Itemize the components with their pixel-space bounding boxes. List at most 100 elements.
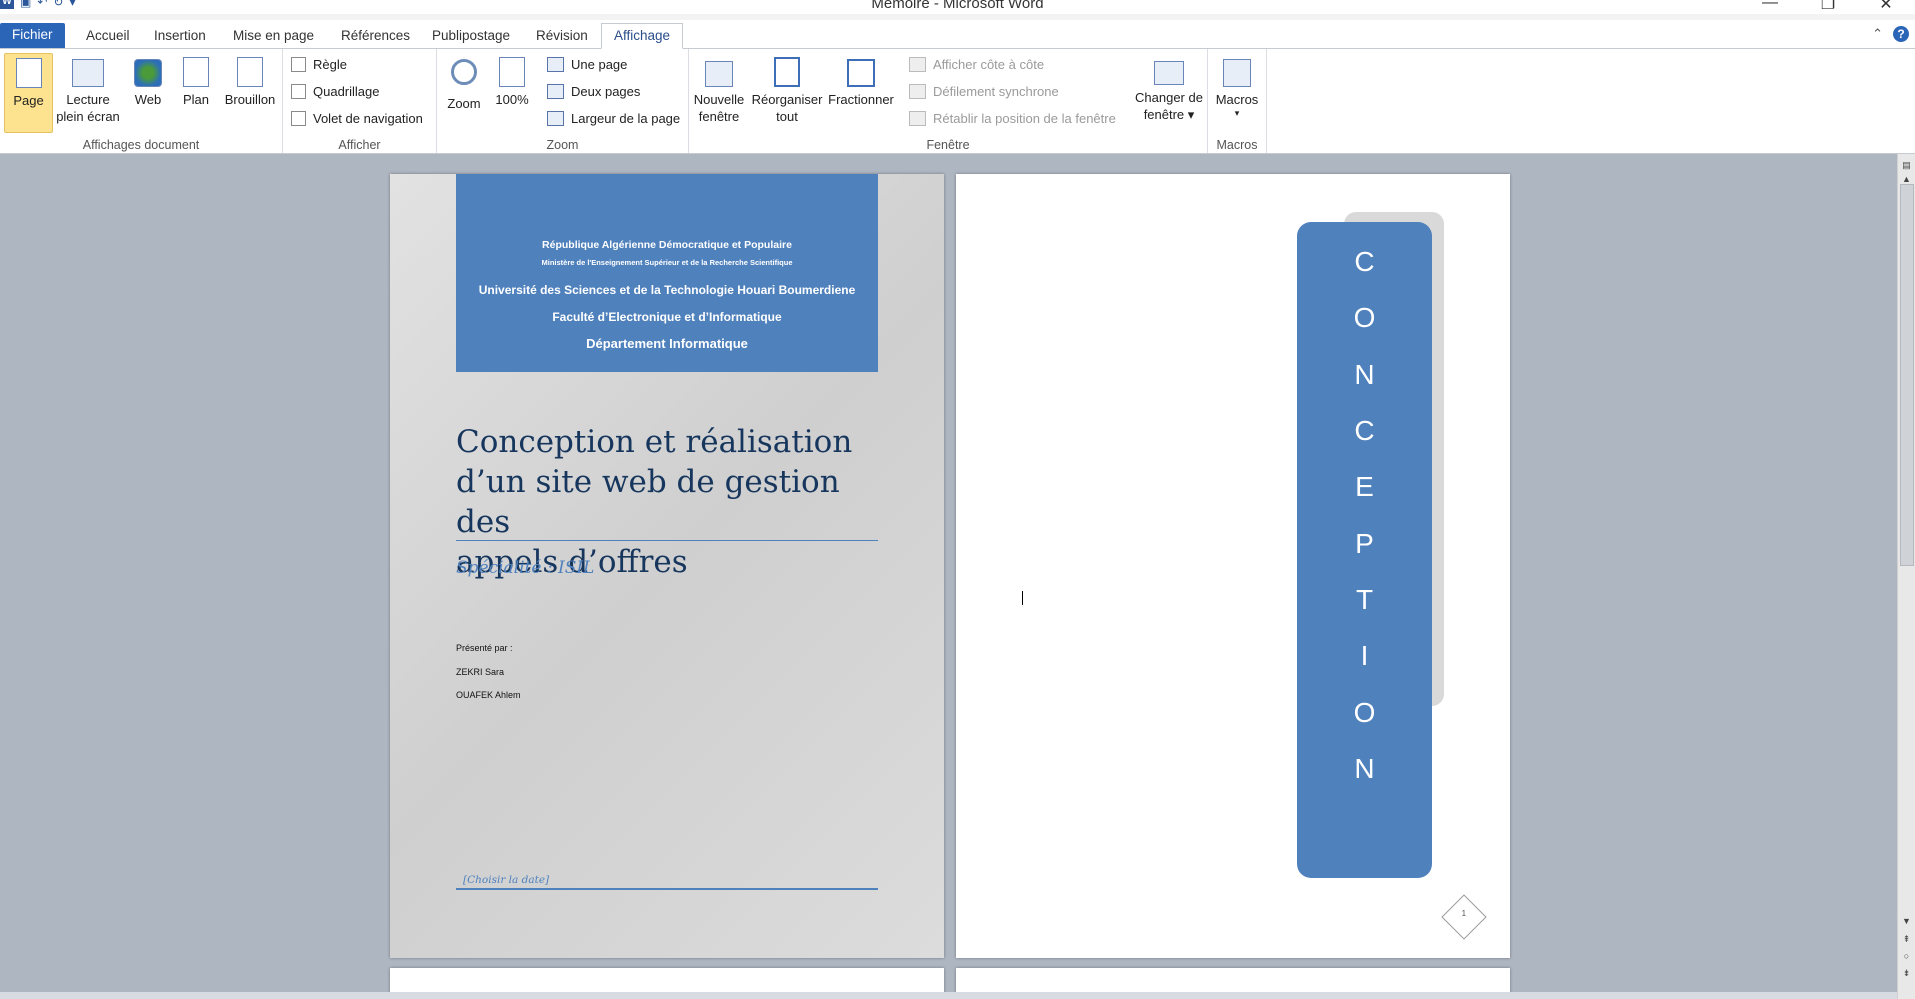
afficher-cote-a-cote-button[interactable]: Afficher côte à côte bbox=[909, 54, 1044, 74]
second-page[interactable]: C O N C E P T I O N 1 bbox=[956, 174, 1510, 958]
reorganiser-tout-button[interactable]: Réorganiser tout bbox=[749, 53, 825, 125]
page-number: 1 bbox=[1461, 908, 1467, 918]
reading-view-button[interactable]: Lecture plein écran bbox=[56, 53, 120, 125]
faculty-line: Faculté d’Electronique et d’Informatique bbox=[552, 310, 782, 324]
group-label-afficher: Afficher bbox=[338, 138, 381, 152]
ribbon: Page Lecture plein écran Web Plan Brouil… bbox=[0, 49, 1915, 154]
author-2: OUAFEK Ahlem bbox=[456, 690, 521, 700]
tab-mise-en-page[interactable]: Mise en page bbox=[221, 24, 326, 48]
tab-publipostage[interactable]: Publipostage bbox=[420, 24, 522, 48]
regle-checkbox-box[interactable] bbox=[291, 56, 306, 72]
minimize-ribbon-icon[interactable]: ⌃ bbox=[1872, 26, 1883, 42]
ministry-line: Ministère de l'Enseignement Supérieur et… bbox=[541, 258, 793, 267]
web-globe-icon bbox=[134, 59, 162, 87]
tab-insertion[interactable]: Insertion bbox=[142, 24, 218, 48]
retablir-position-button[interactable]: Rétablir la position de la fenêtre bbox=[909, 108, 1116, 128]
help-icon[interactable]: ? bbox=[1893, 26, 1909, 42]
tab-fichier[interactable]: Fichier bbox=[0, 23, 65, 48]
draft-view-button[interactable]: Brouillon bbox=[222, 53, 278, 108]
vertical-scrollbar[interactable]: ▤ ▲ ▼ ⇞ ○ ⇟ bbox=[1897, 154, 1915, 999]
draft-view-icon bbox=[237, 57, 263, 87]
web-view-button[interactable]: Web bbox=[128, 53, 168, 108]
largeur-page-button[interactable]: Largeur de la page bbox=[547, 108, 680, 128]
tab-revision[interactable]: Révision bbox=[524, 24, 600, 48]
group-label-zoom: Zoom bbox=[546, 138, 579, 152]
arrange-all-icon bbox=[774, 57, 800, 87]
vertical-letter: I bbox=[1360, 640, 1369, 671]
vertical-letter: C bbox=[1354, 246, 1375, 277]
date-field[interactable]: [Choisir la date] bbox=[463, 874, 549, 886]
presented-by-label: Présenté par : bbox=[456, 643, 513, 653]
quadrillage-checkbox-box[interactable] bbox=[291, 83, 306, 99]
plan-view-button[interactable]: Plan bbox=[176, 53, 216, 108]
two-pages-icon bbox=[547, 83, 564, 99]
quadrillage-checkbox[interactable]: Quadrillage bbox=[291, 81, 380, 101]
group-afficher: Règle Quadrillage Volet de navigation Af… bbox=[283, 49, 437, 153]
outline-view-icon bbox=[183, 57, 209, 87]
previous-page-icon[interactable]: ⇞ bbox=[1898, 934, 1915, 945]
scroll-down-icon[interactable]: ▼ bbox=[1898, 916, 1915, 926]
fractionner-button[interactable]: Fractionner bbox=[826, 53, 896, 108]
group-label-fenetre: Fenêtre bbox=[926, 138, 970, 152]
close-button[interactable]: ✕ bbox=[1857, 0, 1915, 14]
scroll-up-icon[interactable]: ▲ bbox=[1898, 174, 1915, 184]
ribbon-tabs: Fichier Accueil Insertion Mise en page R… bbox=[0, 20, 1915, 49]
group-fenetre: Nouvelle fenêtre Réorganiser tout Fracti… bbox=[689, 49, 1208, 153]
page-view-icon bbox=[15, 58, 42, 88]
volet-navigation-checkbox-box[interactable] bbox=[291, 110, 306, 126]
department-line: Département Informatique bbox=[586, 336, 748, 351]
reset-window-icon bbox=[909, 110, 926, 126]
page-number-badge: 1 bbox=[1441, 894, 1487, 940]
date-divider bbox=[456, 888, 878, 890]
zoom-button[interactable]: Zoom bbox=[443, 53, 485, 112]
tab-accueil[interactable]: Accueil bbox=[74, 24, 142, 48]
tab-references[interactable]: Références bbox=[329, 24, 422, 48]
deux-pages-button[interactable]: Deux pages bbox=[547, 81, 640, 101]
cover-page[interactable]: République Algérienne Démocratique et Po… bbox=[390, 174, 944, 958]
ruler-toggle-icon[interactable]: ▤ bbox=[1898, 160, 1915, 171]
group-label-affichages-document: Affichages document bbox=[82, 138, 200, 152]
minimize-button[interactable]: — bbox=[1741, 0, 1799, 14]
title-bar: W ▣ ↶ ↻ ▾ Memoire - Microsoft Word — ❐ ✕ bbox=[0, 0, 1915, 14]
restore-button[interactable]: ❐ bbox=[1799, 0, 1857, 14]
vertical-letter: P bbox=[1355, 528, 1374, 559]
zoom-100-button[interactable]: 100% bbox=[491, 53, 533, 108]
one-page-icon bbox=[547, 56, 564, 72]
group-zoom: Zoom 100% Une page Deux pages Largeur de… bbox=[437, 49, 689, 153]
scrollbar-thumb[interactable] bbox=[1900, 184, 1914, 566]
vertical-letter: C bbox=[1354, 415, 1375, 446]
nouvelle-fenetre-button[interactable]: Nouvelle fenêtre bbox=[693, 53, 745, 125]
text-cursor bbox=[1022, 591, 1023, 605]
vertical-letter: T bbox=[1355, 584, 1374, 615]
regle-checkbox[interactable]: Règle bbox=[291, 54, 347, 74]
vertical-letter: O bbox=[1353, 697, 1376, 728]
group-label-macros: Macros bbox=[1216, 138, 1258, 152]
sync-scroll-icon bbox=[909, 83, 926, 99]
page-view-button[interactable]: Page bbox=[4, 53, 53, 133]
window-title: Memoire - Microsoft Word bbox=[871, 0, 1044, 12]
magnifier-icon bbox=[451, 59, 477, 85]
republic-line: République Algérienne Démocratique et Po… bbox=[542, 239, 792, 251]
volet-navigation-checkbox[interactable]: Volet de navigation bbox=[291, 108, 423, 128]
changer-fenetre-button[interactable]: Changer de fenêtre ▾ bbox=[1131, 53, 1207, 123]
defilement-synchrone-button[interactable]: Défilement synchrone bbox=[909, 81, 1059, 101]
new-window-icon bbox=[705, 61, 733, 87]
cover-header-banner: République Algérienne Démocratique et Po… bbox=[456, 174, 878, 372]
side-by-side-icon bbox=[909, 56, 926, 72]
document-area[interactable]: République Algérienne Démocratique et Po… bbox=[0, 154, 1898, 999]
browse-object-icon[interactable]: ○ bbox=[1898, 951, 1915, 961]
next-page-icon[interactable]: ⇟ bbox=[1898, 968, 1915, 979]
macros-button[interactable]: Macros ▾ bbox=[1212, 53, 1262, 118]
reading-view-icon bbox=[72, 59, 104, 87]
author-1: ZEKRI Sara bbox=[456, 667, 505, 677]
university-line: Université des Sciences et de la Technol… bbox=[478, 283, 856, 297]
tab-affichage[interactable]: Affichage bbox=[601, 23, 684, 49]
title-divider bbox=[456, 540, 878, 541]
vertical-letter: O bbox=[1353, 302, 1376, 333]
switch-windows-icon bbox=[1154, 61, 1184, 85]
page-width-icon bbox=[547, 110, 564, 126]
group-affichages-document: Page Lecture plein écran Web Plan Brouil… bbox=[0, 49, 283, 153]
macros-icon bbox=[1223, 59, 1251, 87]
une-page-button[interactable]: Une page bbox=[547, 54, 627, 74]
zoom-100-icon bbox=[499, 57, 525, 87]
